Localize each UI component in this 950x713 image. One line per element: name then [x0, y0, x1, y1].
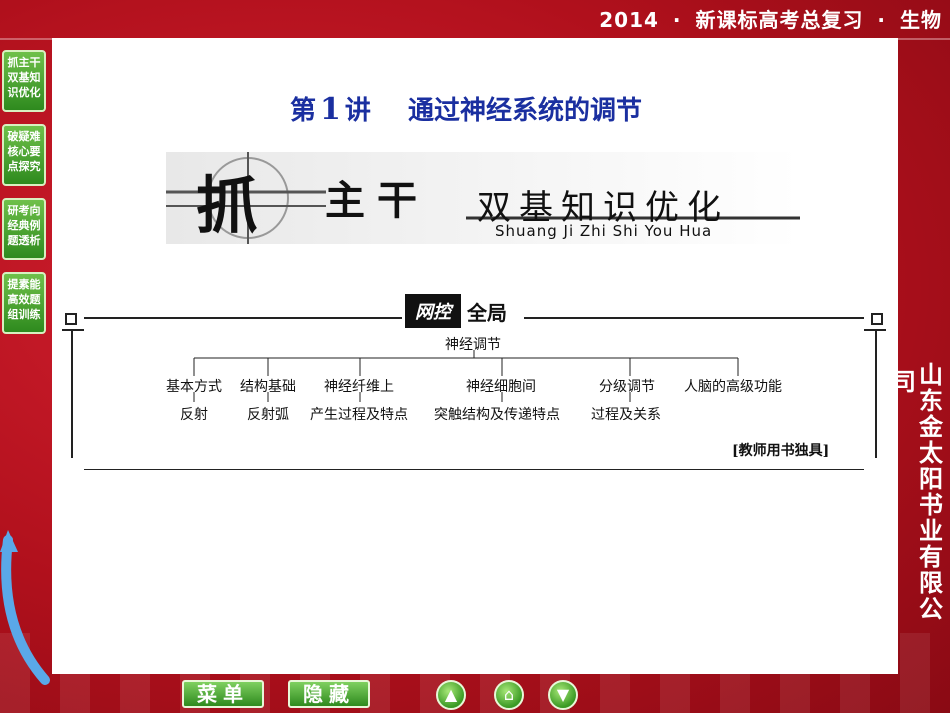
concept-node: 反射弧 [247, 407, 289, 423]
header-separator: · [672, 8, 682, 32]
banner-pinyin: Shuang Ji Zhi Shi You Hua [495, 222, 713, 240]
lecture-suffix: 讲 [344, 96, 371, 126]
panel-tag: 网控 [405, 294, 461, 328]
home-icon[interactable]: ⌂ [494, 680, 524, 710]
menu-button[interactable]: 菜单 [182, 680, 264, 708]
panel-title: 全局 [467, 300, 507, 325]
concept-node: 分级调节 [599, 379, 655, 395]
concept-node: 基本方式 [166, 379, 222, 395]
lecture-title: 第1讲 通过神经系统的调节 [290, 90, 642, 127]
header-bar: 2014 · 新课标高考总复习 · 生物 [593, 4, 942, 33]
banner-big-char: 抓 [196, 169, 259, 242]
header-separator: · [877, 8, 887, 32]
header-year: 2014 [599, 8, 659, 32]
concept-root: 神经调节 [445, 337, 501, 353]
sidebar-item-practice[interactable]: 提素能高效题组训练 [2, 272, 46, 334]
panel-header: 网控 全局 [405, 294, 507, 328]
concept-node: 反射 [180, 407, 208, 423]
lecture-name: 通过神经系统的调节 [407, 96, 642, 126]
concept-node: 神经纤维上 [324, 379, 394, 395]
company-name: 山东金太阳书业有限公 [919, 361, 943, 623]
lecture-number: 1 [320, 92, 341, 127]
concept-node: 神经细胞间 [466, 379, 536, 395]
concept-node: 过程及关系 [591, 407, 661, 423]
down-arrow-icon[interactable]: ▼ [548, 680, 578, 710]
sidebar-item-key-points[interactable]: 破疑难核心要点探究 [2, 124, 46, 186]
hide-button[interactable]: 隐藏 [288, 680, 370, 708]
concept-node: 突触结构及传递特点 [434, 407, 560, 423]
teacher-note: [教师用书独具] [732, 443, 830, 459]
header-series: 新课标高考总复习 [695, 8, 864, 32]
concept-node: 结构基础 [240, 379, 296, 395]
concept-node: 人脑的高级功能 [684, 379, 782, 395]
sidebar-item-main-knowledge[interactable]: 抓主干双基知识优化 [2, 50, 46, 112]
concept-node: 产生过程及特点 [310, 407, 408, 423]
arrow-decoration-icon [0, 530, 50, 685]
side-nav: 抓主干双基知识优化 破疑难核心要点探究 研考向经典例题透析 提素能高效题组训练 [2, 50, 48, 346]
sidebar-item-example-analysis[interactable]: 研考向经典例题透析 [2, 198, 46, 260]
lecture-prefix: 第 [290, 96, 317, 126]
banner-main-title: 主干 [325, 177, 429, 224]
up-arrow-icon[interactable]: ▲ [436, 680, 466, 710]
header-subject: 生物 [900, 8, 942, 32]
